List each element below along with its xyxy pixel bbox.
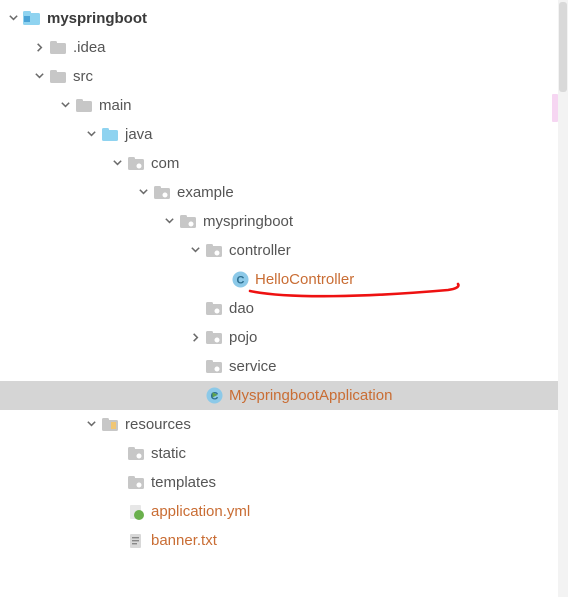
package-icon	[178, 215, 198, 229]
tree-label: HelloController	[255, 265, 354, 294]
tree-label: myspringboot	[203, 207, 293, 236]
chevron-down-icon[interactable]	[82, 129, 100, 140]
chevron-down-icon[interactable]	[134, 187, 152, 198]
tree-row-templates[interactable]: templates	[4, 468, 568, 497]
tree-label: java	[125, 120, 153, 149]
tree-label: com	[151, 149, 179, 178]
tree-label: example	[177, 178, 234, 207]
resources-folder-icon	[100, 418, 120, 432]
package-icon	[204, 331, 224, 345]
tree-row-src[interactable]: src	[4, 62, 568, 91]
chevron-down-icon[interactable]	[56, 100, 74, 111]
module-folder-icon	[22, 11, 42, 26]
tree-row-root[interactable]: myspringboot	[4, 4, 568, 33]
chevron-right-icon[interactable]	[186, 332, 204, 343]
tree-label: .idea	[73, 33, 106, 62]
tree-row-service[interactable]: service	[4, 352, 568, 381]
tree-label: application.yml	[151, 497, 250, 526]
source-folder-icon	[100, 128, 120, 142]
package-icon	[204, 360, 224, 374]
tree-label: pojo	[229, 323, 257, 352]
tree-row-hellocontroller[interactable]: C HelloController	[4, 265, 568, 294]
tree-row-example[interactable]: example	[4, 178, 568, 207]
tree-label: main	[99, 91, 132, 120]
tree-label: controller	[229, 236, 291, 265]
package-icon	[152, 186, 172, 200]
tree-row-idea[interactable]: .idea	[4, 33, 568, 62]
tree-label: templates	[151, 468, 216, 497]
tree-label: service	[229, 352, 277, 381]
tree-row-pojo[interactable]: pojo	[4, 323, 568, 352]
tree-label: dao	[229, 294, 254, 323]
tree-row-appyml[interactable]: application.yml	[4, 497, 568, 526]
tree-row-application[interactable]: C MyspringbootApplication	[0, 381, 564, 410]
chevron-down-icon[interactable]	[160, 216, 178, 227]
package-icon	[126, 476, 146, 490]
tree-row-dao[interactable]: dao	[4, 294, 568, 323]
package-icon	[126, 157, 146, 171]
svg-text:C: C	[236, 274, 244, 286]
project-tree: myspringboot .idea src main java com exa…	[0, 0, 568, 555]
tree-label: static	[151, 439, 186, 468]
java-runnable-class-icon: C	[204, 387, 224, 404]
tree-label: src	[73, 62, 93, 91]
chevron-right-icon[interactable]	[30, 42, 48, 53]
text-file-icon	[126, 533, 146, 549]
tree-row-java[interactable]: java	[4, 120, 568, 149]
tree-row-banner[interactable]: banner.txt	[4, 526, 568, 555]
spring-config-icon	[126, 504, 146, 520]
tree-row-com[interactable]: com	[4, 149, 568, 178]
chevron-down-icon[interactable]	[82, 419, 100, 430]
tree-label: banner.txt	[151, 526, 217, 555]
scrollbar[interactable]	[558, 0, 568, 597]
package-icon	[126, 447, 146, 461]
tree-row-static[interactable]: static	[4, 439, 568, 468]
package-icon	[204, 302, 224, 316]
chevron-down-icon[interactable]	[30, 71, 48, 82]
chevron-down-icon[interactable]	[4, 13, 22, 24]
tree-label: resources	[125, 410, 191, 439]
folder-icon	[74, 99, 94, 113]
java-class-icon: C	[230, 271, 250, 288]
folder-icon	[48, 70, 68, 84]
tree-row-main[interactable]: main	[4, 91, 568, 120]
tree-label: MyspringbootApplication	[229, 381, 392, 410]
package-icon	[204, 244, 224, 258]
tree-row-controller[interactable]: controller	[4, 236, 568, 265]
tree-row-resources[interactable]: resources	[4, 410, 568, 439]
tree-label: myspringboot	[47, 4, 147, 33]
folder-icon	[48, 41, 68, 55]
chevron-down-icon[interactable]	[186, 245, 204, 256]
tree-row-pkg[interactable]: myspringboot	[4, 207, 568, 236]
chevron-down-icon[interactable]	[108, 158, 126, 169]
